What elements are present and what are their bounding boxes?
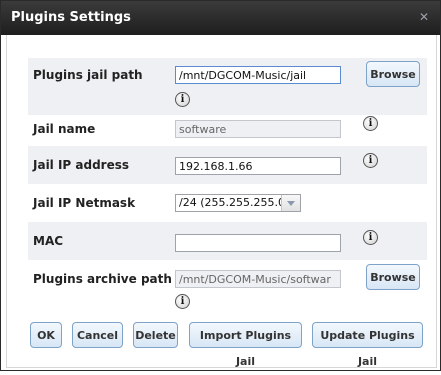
dialog-title: Plugins Settings (11, 10, 131, 25)
row-jail-name: Jail name software i (28, 115, 427, 146)
row-mac: MAC i (28, 222, 427, 260)
title-bar[interactable]: Plugins Settings ✕ (1, 1, 440, 35)
update-plugins-jail-button[interactable]: Update Plugins Jail (312, 322, 423, 368)
info-icon[interactable]: i (175, 92, 190, 107)
delete-button[interactable]: Delete (133, 322, 178, 348)
mac-label: MAC (33, 234, 64, 248)
jail-name-label: Jail name (33, 122, 96, 136)
mac-input[interactable] (175, 234, 341, 252)
info-icon[interactable]: i (175, 294, 190, 309)
jail-ip-netmask-select[interactable]: /24 (255.255.255.0) (175, 194, 301, 212)
info-icon[interactable]: i (363, 230, 378, 245)
import-plugins-jail-button[interactable]: Import Plugins Jail (189, 322, 302, 368)
plugins-jail-path-label: Plugins jail path (33, 68, 143, 82)
chevron-down-icon[interactable] (281, 195, 300, 211)
row-plugins-archive-path: Plugins archive path /mnt/DGCOM-Music/so… (28, 260, 427, 313)
jail-ip-netmask-label: Jail IP Netmask (33, 196, 136, 210)
plugins-archive-path-label: Plugins archive path (33, 272, 172, 286)
plugins-jail-path-input[interactable]: /mnt/DGCOM-Music/jail (175, 66, 341, 84)
jail-ip-netmask-selected: /24 (255.255.255.0) (179, 196, 290, 209)
info-icon[interactable]: i (363, 116, 378, 131)
cancel-button[interactable]: Cancel (72, 322, 123, 348)
row-plugins-jail-path: Plugins jail path /mnt/DGCOM-Music/jail … (28, 58, 427, 115)
ok-button[interactable]: OK (30, 322, 62, 348)
row-jail-ip-address: Jail IP address 192.168.1.66 i (28, 146, 427, 184)
jail-ip-address-label: Jail IP address (33, 158, 130, 172)
plugins-archive-path-input[interactable]: /mnt/DGCOM-Music/softwar (175, 270, 341, 288)
plugins-archive-path-browse-button[interactable]: Browse (366, 264, 420, 290)
close-icon[interactable]: ✕ (418, 11, 430, 23)
plugins-jail-path-browse-button[interactable]: Browse (366, 61, 420, 87)
row-jail-ip-netmask: Jail IP Netmask /24 (255.255.255.0) (28, 184, 427, 222)
info-icon[interactable]: i (363, 153, 378, 168)
dialog-content: Plugins jail path /mnt/DGCOM-Music/jail … (6, 35, 437, 368)
jail-ip-address-input[interactable]: 192.168.1.66 (175, 157, 341, 175)
jail-name-input[interactable]: software (175, 120, 341, 138)
plugins-settings-dialog: Plugins Settings ✕ Plugins jail path /mn… (0, 0, 441, 371)
